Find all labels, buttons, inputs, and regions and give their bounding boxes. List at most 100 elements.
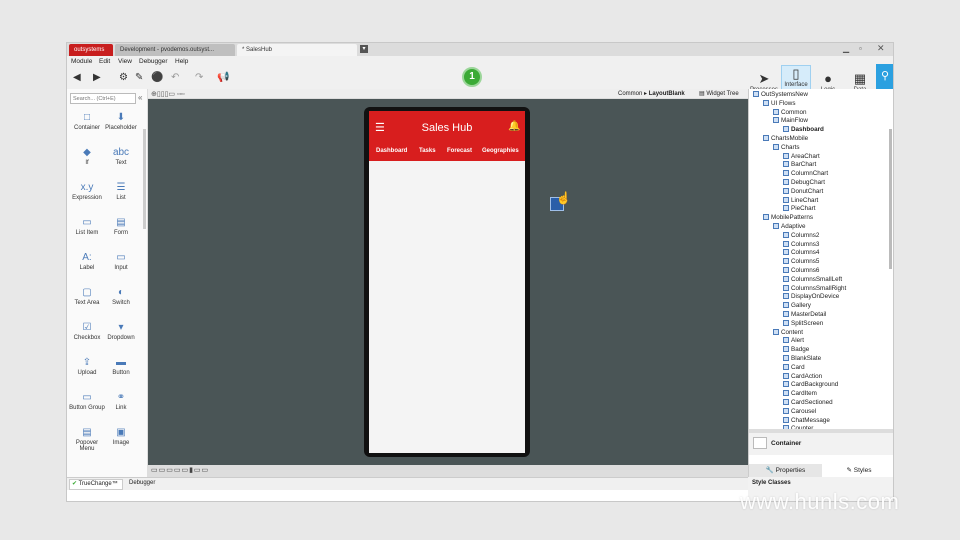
tree-item[interactable]: Common bbox=[773, 108, 807, 117]
tree-item[interactable]: CardItem bbox=[783, 390, 817, 398]
tree-item[interactable]: Alert bbox=[783, 337, 804, 345]
tree-item[interactable]: Columns5 bbox=[783, 258, 819, 266]
widget-dropdown[interactable]: ▾ Dropdown bbox=[103, 321, 139, 341]
tree-item[interactable]: Card bbox=[783, 363, 805, 372]
tab-outsystems[interactable]: outsystems bbox=[69, 44, 113, 56]
breadcrumb-parent[interactable]: Common bbox=[618, 91, 642, 97]
tree-item[interactable]: Gallery bbox=[783, 302, 811, 310]
gear-icon[interactable]: ⚙ bbox=[119, 72, 128, 84]
widget-tree-button[interactable]: ▤ Widget Tree bbox=[699, 90, 739, 97]
maximize-icon[interactable]: ▫ bbox=[859, 44, 862, 53]
tree-item[interactable]: DisplayOnDevice bbox=[783, 293, 839, 301]
tree-item[interactable]: CardSectioned bbox=[783, 399, 833, 407]
widget-if[interactable]: ◆ If bbox=[69, 146, 105, 166]
tab-dropdown-icon[interactable]: ▾ bbox=[360, 45, 368, 53]
tab-styles[interactable]: ✎ Styles bbox=[822, 464, 893, 477]
tree-item[interactable]: SplitScreen bbox=[783, 319, 823, 328]
tree-item[interactable]: UI Flows bbox=[763, 99, 796, 108]
tree-item[interactable]: ColumnsSmallLeft bbox=[783, 275, 842, 284]
tab-environment[interactable]: Development - pvodemos.outsyst... bbox=[115, 44, 235, 56]
tree-item[interactable]: Columns2 bbox=[783, 231, 819, 240]
undo-icon[interactable]: ↶ bbox=[171, 72, 179, 84]
debugger-tab[interactable]: Debugger bbox=[129, 480, 155, 486]
nav-dashboard[interactable]: Dashboard bbox=[376, 148, 407, 154]
truechange-tab[interactable]: ✔ TrueChange™ bbox=[69, 479, 123, 490]
debug-icon[interactable]: ✎ bbox=[135, 72, 143, 84]
tree-item[interactable]: MasterDetail bbox=[783, 311, 826, 319]
publish-step-badge[interactable]: 1 bbox=[462, 67, 482, 87]
menu-module[interactable]: Module bbox=[71, 56, 92, 67]
design-canvas[interactable]: ☰ Sales Hub 🔔 Dashboard Tasks Forecast G… bbox=[148, 99, 748, 465]
tree-item[interactable]: BlankSlate bbox=[783, 355, 821, 363]
widget-text-area[interactable]: ▢ Text Area bbox=[69, 286, 105, 306]
tree-scrollbar[interactable] bbox=[889, 129, 892, 269]
widget-link[interactable]: ⚭ Link bbox=[103, 391, 139, 411]
menu-debugger[interactable]: Debugger bbox=[139, 56, 168, 67]
tree-item[interactable]: Columns3 bbox=[783, 240, 819, 249]
widget-button-group[interactable]: ▭ Button Group bbox=[69, 391, 105, 411]
interface-button[interactable]: ▯ Interface bbox=[781, 65, 811, 91]
widget-checkbox[interactable]: ☑ Checkbox bbox=[69, 321, 105, 341]
tab-module[interactable]: * SalesHub bbox=[237, 44, 357, 56]
tree-item[interactable]: Carousel bbox=[783, 407, 816, 416]
widget-container[interactable]: □ Container bbox=[69, 111, 105, 131]
tree-item[interactable]: AreaChart bbox=[783, 152, 820, 161]
tree-item[interactable]: Dashboard bbox=[783, 126, 824, 134]
nav-tasks[interactable]: Tasks bbox=[419, 148, 436, 154]
widget-form[interactable]: ▤ Form bbox=[103, 216, 139, 236]
widget-placeholder[interactable]: ⬇ Placeholder bbox=[103, 111, 139, 131]
tree-item[interactable]: ColumnChart bbox=[783, 170, 828, 178]
tree-item[interactable]: MainFlow bbox=[773, 117, 808, 125]
tree-item[interactable]: Charts bbox=[773, 143, 800, 152]
nav-forecast[interactable]: Forecast bbox=[447, 148, 472, 154]
publish-icon[interactable]: 📢 bbox=[217, 72, 229, 84]
tree-item[interactable]: CardAction bbox=[783, 372, 822, 381]
tree-item[interactable]: Columns6 bbox=[783, 267, 819, 275]
widget-switch[interactable]: ◐ Switch bbox=[103, 286, 139, 306]
nav-geographies[interactable]: Geographies bbox=[482, 148, 519, 154]
tree-item[interactable]: OutSystemsNew bbox=[753, 91, 808, 99]
tree-item[interactable]: ColumnsSmallRight bbox=[783, 284, 846, 293]
tree-item[interactable]: CardBackground bbox=[783, 381, 838, 389]
widget-search-input[interactable] bbox=[70, 93, 136, 104]
widget-popover-menu[interactable]: ▤ Popover Menu bbox=[69, 426, 105, 452]
device-preview-icons[interactable]: ▭▭▭▭▭▮▭▭ bbox=[151, 466, 209, 474]
tree-item[interactable]: Content bbox=[773, 328, 803, 337]
widget-upload[interactable]: ⇪ Upload bbox=[69, 356, 105, 376]
tree-item[interactable]: PieChart bbox=[783, 205, 816, 213]
forward-icon[interactable]: ▶ bbox=[93, 72, 101, 84]
widget-expression[interactable]: x.y Expression bbox=[69, 181, 105, 201]
widget-list-item[interactable]: ▭ List Item bbox=[69, 216, 105, 236]
tree-item[interactable]: DebugChart bbox=[783, 179, 825, 187]
tree-item[interactable]: LineChart bbox=[783, 196, 818, 205]
tab-properties[interactable]: 🔧 Properties bbox=[749, 464, 822, 477]
widget-list[interactable]: ☰ List bbox=[103, 181, 139, 201]
minimize-icon[interactable]: ▁ bbox=[843, 44, 849, 53]
tree-item[interactable]: Adaptive bbox=[773, 223, 806, 231]
redo-icon[interactable]: ↷ bbox=[195, 72, 203, 84]
widget-button[interactable]: ▬ Button bbox=[103, 356, 139, 376]
close-icon[interactable]: ✕ bbox=[877, 43, 885, 54]
scrollbar[interactable] bbox=[143, 129, 146, 229]
widget-image[interactable]: ▣ Image bbox=[103, 426, 139, 446]
widget-input[interactable]: ▭ Input bbox=[103, 251, 139, 271]
menu-help[interactable]: Help bbox=[175, 56, 188, 67]
collapse-icon[interactable]: « bbox=[138, 93, 142, 102]
tree-item[interactable]: MobilePatterns bbox=[763, 214, 813, 222]
bell-icon[interactable]: 🔔 bbox=[508, 121, 520, 132]
tree-item[interactable]: Columns4 bbox=[783, 249, 819, 257]
tree-item[interactable]: ChatMessage bbox=[783, 416, 830, 425]
widget-label[interactable]: A: Label bbox=[69, 251, 105, 271]
back-icon[interactable]: ◀ bbox=[73, 72, 81, 84]
menu-edit[interactable]: Edit bbox=[99, 56, 110, 67]
tree-item[interactable]: Badge bbox=[783, 346, 809, 354]
tree-item[interactable]: ChartsMobile bbox=[763, 135, 808, 143]
widget-text[interactable]: abc Text bbox=[103, 146, 139, 166]
search-icon[interactable]: ⚲ bbox=[876, 64, 893, 89]
menu-view[interactable]: View bbox=[118, 56, 132, 67]
app-screen[interactable]: ☰ Sales Hub 🔔 Dashboard Tasks Forecast G… bbox=[369, 111, 525, 453]
tree-item[interactable]: BarChart bbox=[783, 161, 816, 169]
canvas-tools-icon[interactable]: ⊕▯▯▯▭ ▫▫▫ bbox=[151, 90, 184, 98]
tree-item[interactable]: DonutChart bbox=[783, 187, 823, 196]
breakpoint-icon[interactable]: ⚫ bbox=[151, 72, 163, 84]
